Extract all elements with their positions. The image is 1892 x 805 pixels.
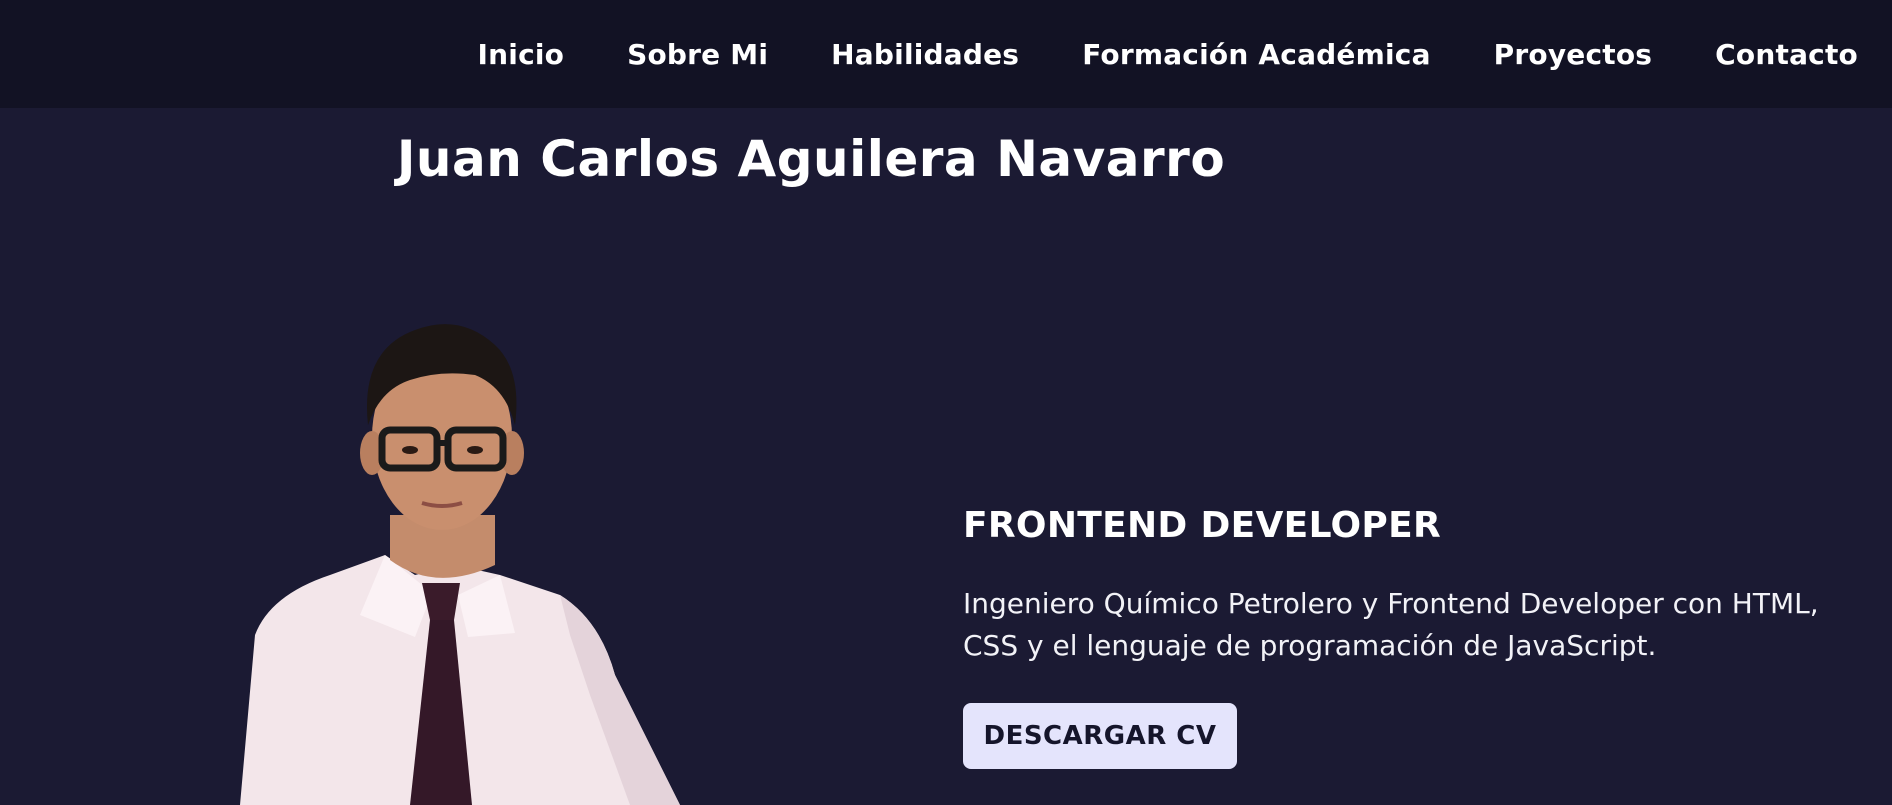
nav-menu: Inicio Sobre Mi Habilidades Formación Ac… [478, 0, 1858, 108]
nav-item-sobre-mi: Sobre Mi [627, 38, 768, 71]
nav-item-inicio: Inicio [478, 38, 565, 71]
hero-name: Juan Carlos Aguilera Navarro [396, 130, 1226, 188]
profile-photo [240, 324, 680, 805]
nav-link-habilidades[interactable]: Habilidades [831, 38, 1019, 71]
nav-item-contacto: Contacto [1715, 38, 1858, 71]
nav-item-formacion-academica: Formación Académica [1082, 38, 1430, 71]
hero-description: Ingeniero Químico Petrolero y Frontend D… [963, 587, 1819, 662]
nav-item-proyectos: Proyectos [1494, 38, 1653, 71]
nav-item-habilidades: Habilidades [831, 38, 1019, 71]
nav-link-inicio[interactable]: Inicio [478, 38, 565, 71]
nav-link-proyectos[interactable]: Proyectos [1494, 38, 1653, 71]
nav-link-sobre-mi[interactable]: Sobre Mi [627, 38, 768, 71]
download-cv-button[interactable]: DESCARGAR CV [963, 703, 1237, 769]
nav-link-contacto[interactable]: Contacto [1715, 38, 1858, 71]
navbar: Inicio Sobre Mi Habilidades Formación Ac… [0, 0, 1892, 108]
role-title: FRONTEND DEVELOPER [963, 505, 1442, 546]
photo-eye-left [402, 446, 418, 454]
photo-eye-right [467, 446, 483, 454]
nav-link-formacion-academica[interactable]: Formación Académica [1082, 38, 1430, 71]
